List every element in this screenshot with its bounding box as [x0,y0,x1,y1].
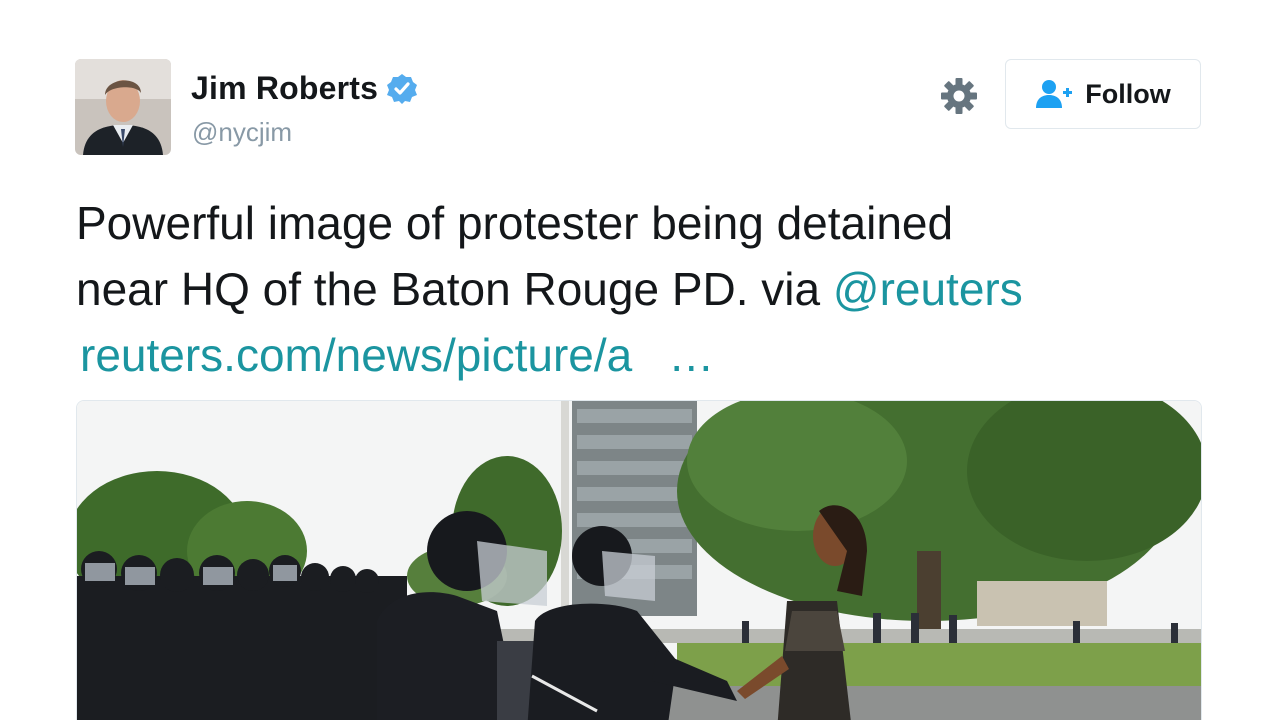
link-ellipsis: … [668,329,715,381]
add-person-icon [1036,80,1073,108]
link-line: reuters.com/news/picture/a … [76,322,1206,388]
tweet-photo[interactable] [76,400,1202,720]
name-row: Jim Roberts [191,70,418,107]
verified-badge-icon [387,73,418,104]
follow-button[interactable]: Follow [1005,59,1201,129]
gear-icon[interactable] [940,77,978,115]
tweet: Jim Roberts @nycjim Follow Powerful imag… [0,0,1280,720]
tweet-text-line-1: Powerful image of protester being detain… [76,197,954,249]
follow-label: Follow [1085,78,1171,109]
avatar[interactable] [75,59,171,155]
user-handle[interactable]: @nycjim [192,117,292,148]
tweet-text-line-2: near HQ of the Baton Rouge PD. via [76,263,833,315]
protest-photo [77,401,1201,720]
display-name[interactable]: Jim Roberts [191,70,378,107]
profile-photo [75,59,171,155]
tweet-text: Powerful image of protester being detain… [76,190,1206,388]
url-link[interactable]: reuters.com/news/picture/a [80,329,632,381]
mention-link[interactable]: @reuters [833,263,1023,315]
